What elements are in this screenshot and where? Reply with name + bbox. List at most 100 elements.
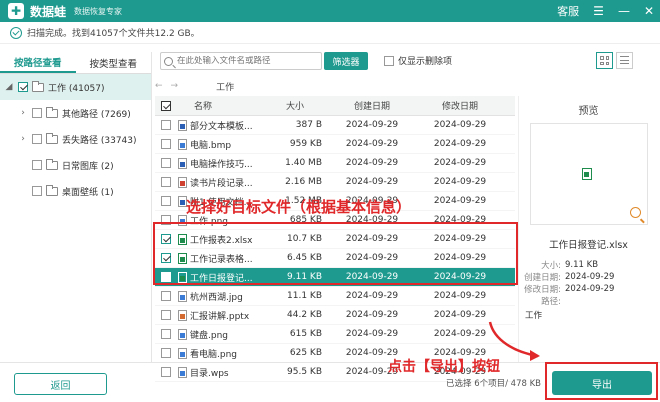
row-checkbox[interactable] xyxy=(161,291,171,301)
preview-title: 预览 xyxy=(578,106,599,117)
tree-item-label: 其他路径 (7269) xyxy=(62,109,131,120)
filter-button[interactable]: 筛选器 xyxy=(324,52,368,70)
folder-icon xyxy=(46,106,58,118)
row-checkbox[interactable] xyxy=(161,310,171,320)
meta-row: 路径: xyxy=(519,295,658,307)
meta-value: 2024-09-29 xyxy=(565,272,615,282)
file-modified: 2024-09-29 xyxy=(433,120,487,130)
preview-meta: 大小: 9.11 KB 创建日期: 2024-09-29 修改日期: 2024-09-29… xyxy=(519,259,658,307)
file-size: 387 B xyxy=(295,120,322,130)
tree-checkbox[interactable] xyxy=(18,82,28,92)
file-name: 部分文本模板... xyxy=(190,121,253,132)
preview-box xyxy=(529,123,648,225)
tree-item[interactable]: 桌面壁纸 (1) xyxy=(0,178,151,204)
list-view-icon[interactable] xyxy=(616,52,633,69)
ppt-file-icon xyxy=(178,309,187,321)
meta-key: 大小: xyxy=(541,261,561,271)
app-title: 数据蛙 xyxy=(30,4,67,19)
close-icon[interactable]: ✕ xyxy=(644,4,654,18)
file-modified: 2024-09-29 xyxy=(433,291,487,301)
file-created: 2024-09-29 xyxy=(345,329,399,339)
header-created[interactable]: 创建日期 xyxy=(328,99,416,112)
tab-by-type[interactable]: 按类型查看 xyxy=(76,52,152,73)
zoom-icon[interactable] xyxy=(629,207,641,218)
meta-row: 创建日期: 2024-09-29 xyxy=(519,271,658,283)
file-name: 读书片段记录... xyxy=(190,178,253,189)
back-button[interactable]: 返回 xyxy=(14,373,107,395)
tree-item-label: 工作 (41057) xyxy=(48,83,105,94)
row-checkbox[interactable] xyxy=(161,139,171,149)
xlsx-file-icon xyxy=(582,168,592,180)
app-logo-icon: ✚ xyxy=(8,3,24,19)
tree-item[interactable]: › 其他路径 (7269) xyxy=(0,100,151,126)
file-name: 看电脑.png xyxy=(190,349,237,360)
row-checkbox[interactable] xyxy=(161,158,171,168)
annotation-export-box xyxy=(545,362,658,400)
table-row[interactable]: 键盘.png 615 KB 2024-09-29 2024-09-29 xyxy=(155,325,515,344)
search-box[interactable] xyxy=(160,52,322,70)
row-checkbox[interactable] xyxy=(161,120,171,130)
tab-by-path[interactable]: 按路径查看 xyxy=(0,52,76,73)
scan-status: 扫描完成。找到41057个文件共12.2 GB。 xyxy=(0,22,660,44)
expand-arrow-icon[interactable]: › xyxy=(18,108,28,118)
file-modified: 2024-09-29 xyxy=(433,139,487,149)
title-bar: ✚ 数据蛙 数据恢复专家 客服 ☰ — ✕ xyxy=(0,0,660,22)
file-modified: 2024-09-29 xyxy=(433,196,487,206)
search-icon xyxy=(164,56,173,66)
header-size[interactable]: 大小 xyxy=(268,99,328,112)
tree-item-label: 丢失路径 (33743) xyxy=(62,135,137,146)
only-deleted-toggle[interactable]: 仅显示删除项 xyxy=(380,54,452,67)
annotation-select-hint: 选择好目标文件（根据基本信息） xyxy=(186,198,412,216)
forward-arrow-icon[interactable]: → xyxy=(171,81,179,91)
tree-item[interactable]: ◢ 工作 (41057) xyxy=(0,74,151,100)
only-deleted-label: 仅显示删除项 xyxy=(398,57,453,67)
annotation-selection-box xyxy=(153,222,518,285)
table-row[interactable]: 读书片段记录... 2.16 MB 2024-09-29 2024-09-29 xyxy=(155,173,515,192)
app-subtitle: 数据恢复专家 xyxy=(74,6,123,16)
meta-row: 大小: 9.11 KB xyxy=(519,259,658,271)
row-checkbox[interactable] xyxy=(161,196,171,206)
expand-arrow-icon[interactable]: › xyxy=(18,134,28,144)
select-all-checkbox[interactable] xyxy=(161,100,171,111)
row-checkbox[interactable] xyxy=(161,329,171,339)
tree-checkbox[interactable] xyxy=(32,134,42,144)
table-row[interactable]: 汇报讲解.pptx 44.2 KB 2024-09-29 2024-09-29 xyxy=(155,306,515,325)
search-input[interactable] xyxy=(173,56,313,66)
pdf-file-icon xyxy=(178,176,187,188)
grid-view-icon[interactable] xyxy=(596,52,613,69)
row-checkbox[interactable] xyxy=(161,348,171,358)
menu-icon[interactable]: ☰ xyxy=(593,4,604,18)
minimize-icon[interactable]: — xyxy=(618,4,630,18)
file-created: 2024-09-29 xyxy=(345,310,399,320)
tree-item[interactable]: › 丢失路径 (33743) xyxy=(0,126,151,152)
tree-checkbox[interactable] xyxy=(32,160,42,170)
meta-row: 修改日期: 2024-09-29 xyxy=(519,283,658,295)
header-modified[interactable]: 修改日期 xyxy=(416,99,504,112)
table-row[interactable]: 电脑操作技巧... 1.40 MB 2024-09-29 2024-09-29 xyxy=(155,154,515,173)
folder-tree: ◢ 工作 (41057) › 其他路径 (7269) › 丢失路径 (33743) 日常图库… xyxy=(0,74,151,204)
doc-file-icon xyxy=(178,157,187,169)
jpg-file-icon xyxy=(178,290,187,302)
png-file-icon xyxy=(178,347,187,359)
table-row[interactable]: 电脑.bmp 959 KB 2024-09-29 2024-09-29 xyxy=(155,135,515,154)
tree-checkbox[interactable] xyxy=(32,108,42,118)
left-panel: 按路径查看 按类型查看 ◢ 工作 (41057) › 其他路径 (7269) › 丢失路径… xyxy=(0,52,152,362)
expand-arrow-icon[interactable]: ◢ xyxy=(4,82,14,92)
table-row[interactable]: 部分文本模板... 387 B 2024-09-29 2024-09-29 xyxy=(155,116,515,135)
nav-row: ← → 工作 xyxy=(155,78,515,94)
back-arrow-icon[interactable]: ← xyxy=(155,81,163,91)
customer-service-link[interactable]: 客服 xyxy=(557,3,579,19)
row-checkbox[interactable] xyxy=(161,177,171,187)
tree-item-label: 日常图库 (2) xyxy=(62,161,114,172)
file-size: 625 KB xyxy=(289,348,322,358)
file-name: 杭州西湖.jpg xyxy=(190,292,243,303)
tree-checkbox[interactable] xyxy=(32,186,42,196)
file-name: 电脑.bmp xyxy=(190,140,232,151)
file-modified: 2024-09-29 xyxy=(433,158,487,168)
table-row[interactable]: 杭州西湖.jpg 11.1 KB 2024-09-29 2024-09-29 xyxy=(155,287,515,306)
only-deleted-checkbox[interactable] xyxy=(384,55,394,66)
breadcrumb[interactable]: 工作 xyxy=(216,80,234,93)
header-name[interactable]: 名称 xyxy=(172,99,268,112)
tree-item[interactable]: 日常图库 (2) xyxy=(0,152,151,178)
file-size: 44.2 KB xyxy=(287,310,322,320)
